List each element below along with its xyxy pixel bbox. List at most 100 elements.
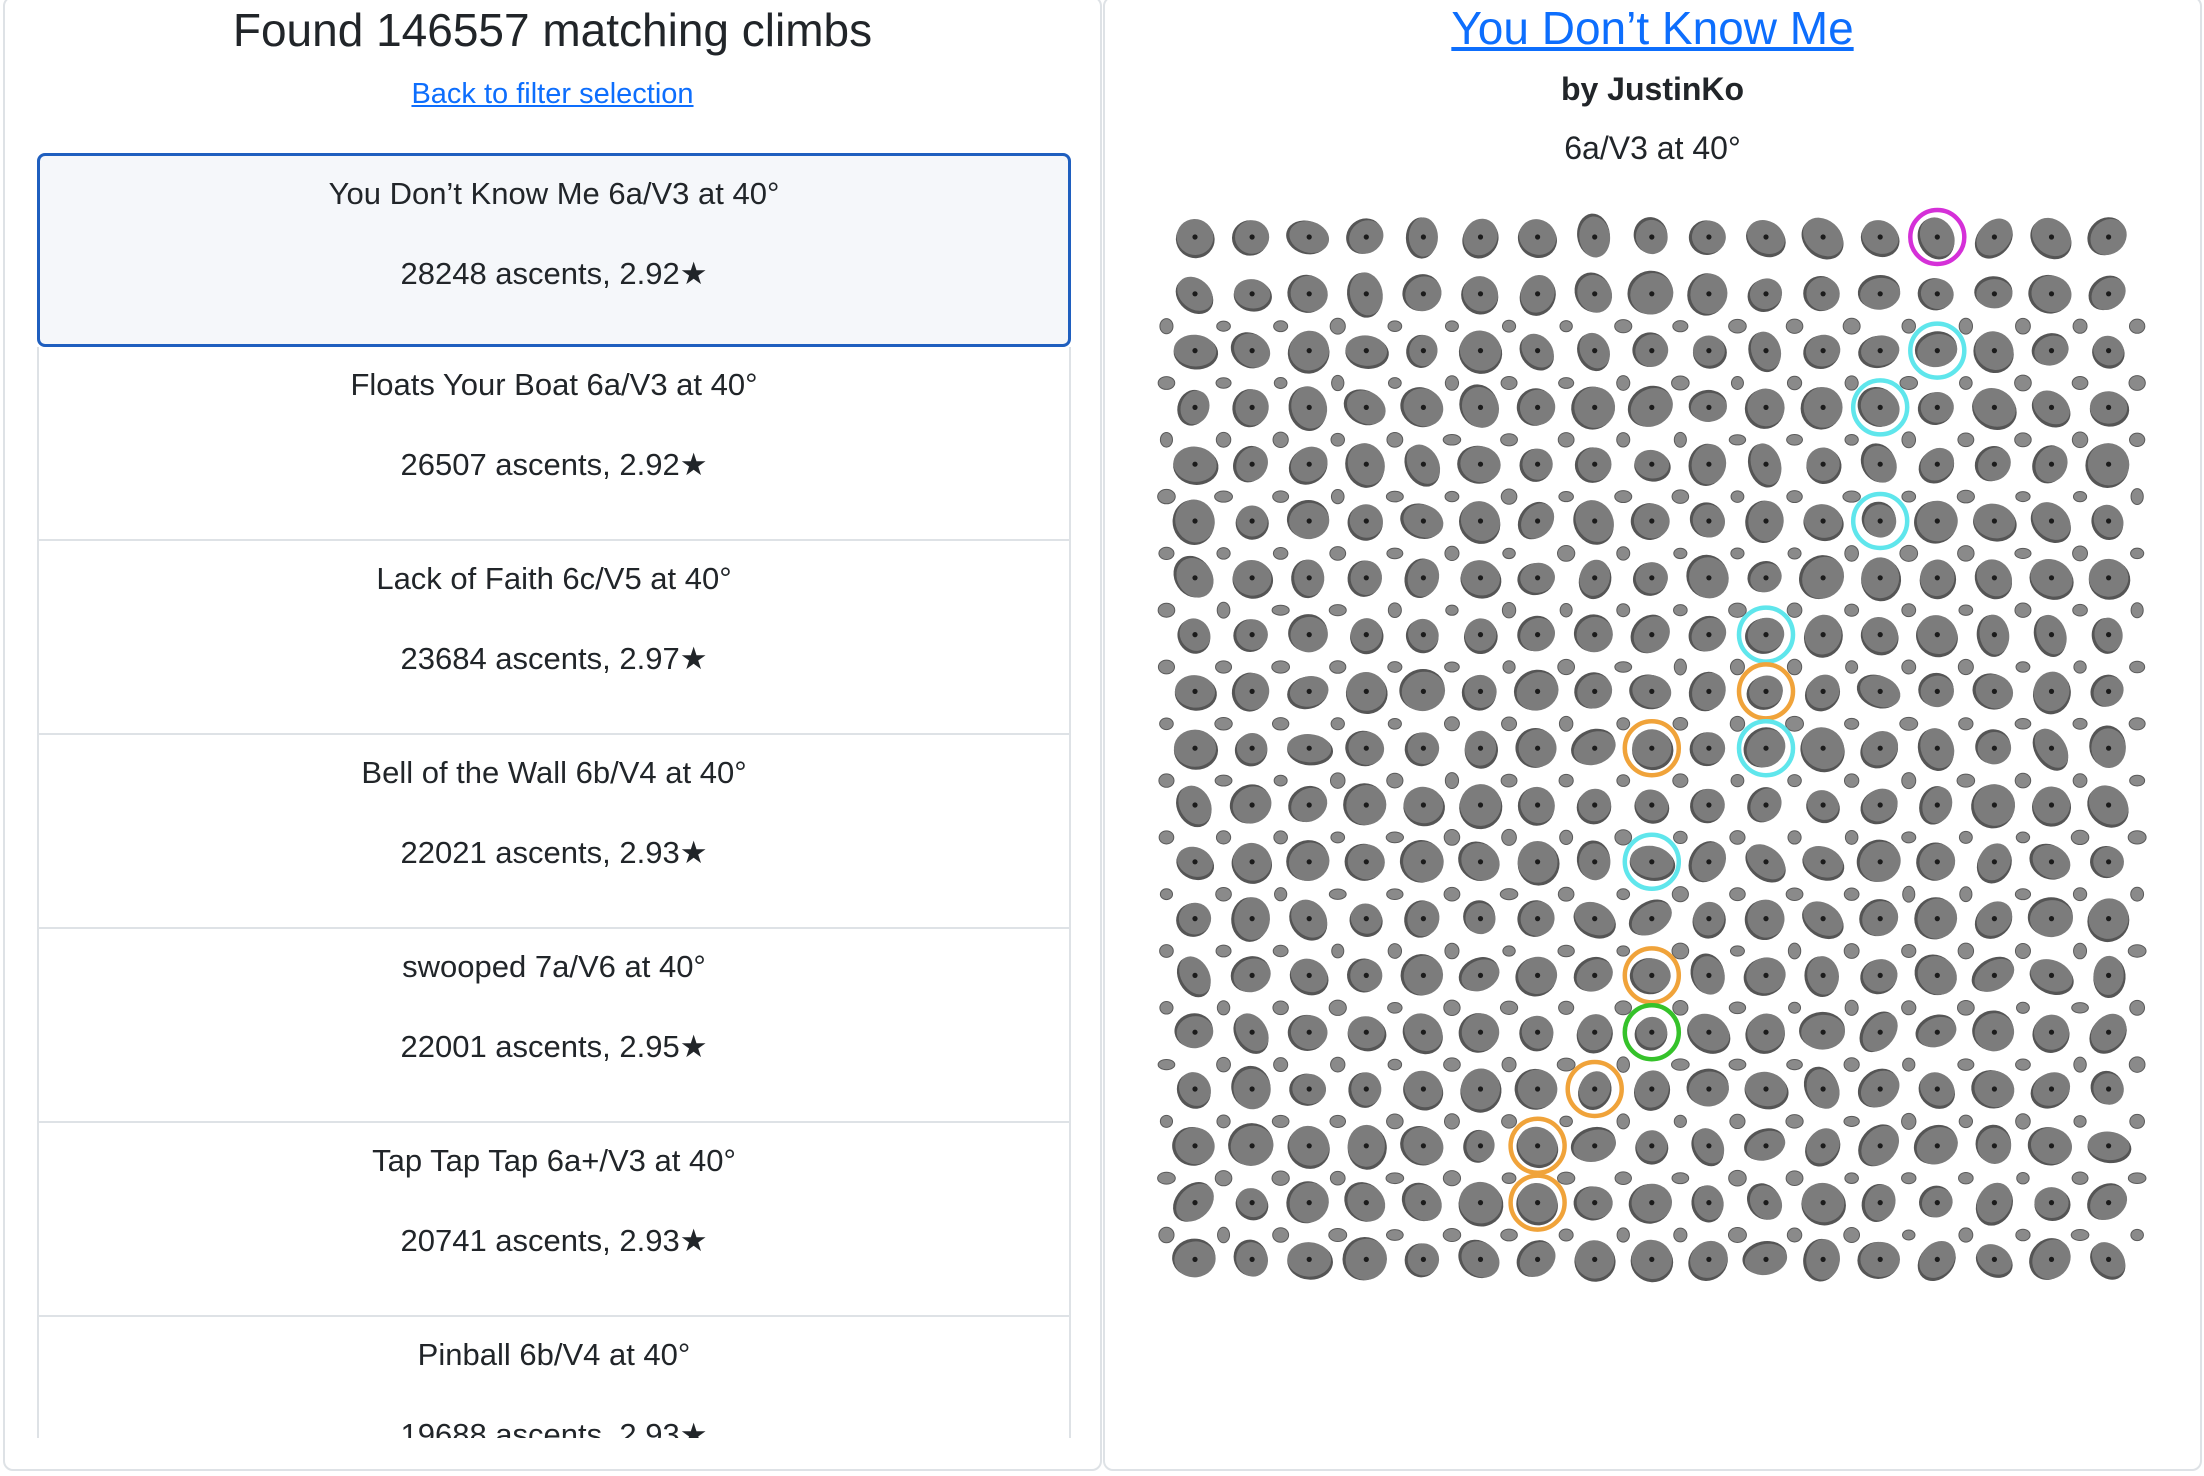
small-hold: [1902, 1057, 1916, 1072]
climb-list-item[interactable]: Floats Your Boat 6a/V3 at 40° 26507 asce…: [37, 347, 1071, 541]
hold: [2087, 1131, 2132, 1164]
hold: [1577, 332, 1610, 372]
hold: [1856, 674, 1901, 709]
small-hold: [1386, 888, 1404, 901]
small-hold: [1444, 375, 1460, 391]
hold: [1691, 1185, 1724, 1223]
small-hold: [1445, 604, 1459, 616]
hold: [1689, 502, 1726, 538]
small-hold: [1958, 1172, 1974, 1185]
small-hold: [1671, 1172, 1690, 1185]
small-hold: [1387, 320, 1403, 333]
climb-name: Pinball 6b/V4 at 40°: [417, 1337, 691, 1372]
hold: [1228, 1123, 1274, 1166]
hold: [1348, 1072, 1382, 1108]
small-hold: [1215, 377, 1232, 389]
hold: [1176, 846, 1215, 881]
hold: [1404, 1243, 1440, 1278]
hold: [1630, 614, 1670, 654]
small-hold: [1673, 830, 1688, 845]
hold: [1574, 272, 1613, 313]
small-hold: [2071, 1171, 2089, 1185]
climb-list-item[interactable]: Pinball 6b/V4 at 40° 19688 ascents, 2.93…: [37, 1317, 1071, 1438]
small-hold: [1443, 886, 1461, 902]
hold: [1571, 386, 1616, 430]
small-hold: [2071, 1002, 2089, 1014]
small-hold: [1500, 773, 1518, 788]
climb-list-item[interactable]: You Don’t Know Me 6a/V3 at 40° 28248 asc…: [37, 153, 1071, 347]
small-hold: [1959, 376, 1973, 390]
hold: [1400, 503, 1444, 539]
hold: [2031, 390, 2071, 428]
small-hold: [1842, 317, 1861, 335]
hold: [1233, 619, 1268, 653]
small-hold: [1843, 1115, 1860, 1127]
hold: [1517, 786, 1555, 826]
climb-list-item[interactable]: Bell of the Wall 6b/V4 at 40° 22021 asce…: [37, 735, 1071, 929]
small-hold: [1214, 774, 1233, 787]
small-hold: [2070, 829, 2090, 846]
small-hold: [1728, 1169, 1747, 1187]
hold: [2093, 955, 2126, 998]
hold: [1803, 1066, 1840, 1109]
small-hold: [1329, 772, 1346, 789]
small-hold: [1614, 661, 1633, 673]
small-hold: [1387, 602, 1402, 619]
small-hold: [1501, 1172, 1517, 1185]
hold: [1746, 1183, 1783, 1220]
small-hold: [1901, 318, 1916, 334]
climb-list-item[interactable]: Tap Tap Tap 6a+/V3 at 40° 20741 ascents,…: [37, 1123, 1071, 1317]
small-hold: [2073, 1115, 2087, 1128]
hold: [1177, 389, 1210, 426]
small-hold: [1329, 546, 1347, 561]
hold: [1804, 674, 1841, 712]
climb-list-item[interactable]: Lack of Faith 6c/V5 at 40° 23684 ascents…: [37, 541, 1071, 735]
back-to-filter-link[interactable]: Back to filter selection: [411, 78, 693, 110]
small-hold: [1444, 545, 1460, 562]
hold: [1744, 1128, 1786, 1161]
small-hold: [1844, 433, 1859, 446]
hold: [1857, 1241, 1901, 1279]
small-hold: [1957, 1058, 1975, 1071]
hold: [1344, 843, 1385, 881]
hold: [1517, 219, 1557, 259]
small-hold: [1501, 601, 1517, 619]
hold: [2090, 845, 2124, 879]
small-hold: [1159, 1001, 1174, 1015]
hold: [2089, 725, 2126, 768]
small-hold: [1673, 658, 1687, 676]
hold: [1919, 1185, 1953, 1218]
hold: [1971, 784, 2016, 829]
hold: [1288, 614, 1328, 653]
hold: [1230, 332, 1271, 369]
hold: [2027, 1127, 2073, 1166]
climb-list-item[interactable]: swooped 7a/V6 at 40° 22001 ascents, 2.95…: [37, 929, 1071, 1123]
hold: [1399, 668, 1446, 712]
small-hold: [1558, 773, 1574, 788]
hold: [1860, 788, 1898, 825]
climb-list[interactable]: You Don’t Know Me 6a/V3 at 40° 28248 asc…: [37, 153, 1071, 1438]
small-hold: [1387, 1001, 1403, 1014]
climb-stats: 19688 ascents, 2.93★: [400, 1417, 708, 1438]
hold: [1860, 731, 1899, 769]
small-hold: [1385, 831, 1404, 844]
hold: [1857, 1068, 1900, 1108]
hold: [1859, 1011, 1898, 1053]
hold: [1628, 1183, 1673, 1224]
small-hold: [1157, 659, 1176, 675]
hold: [1860, 959, 1898, 995]
climb-name: Lack of Faith 6c/V5 at 40°: [376, 561, 732, 596]
small-hold: [2073, 1056, 2087, 1073]
hold: [2089, 391, 2130, 427]
climb-title-link[interactable]: You Don’t Know Me: [1451, 2, 1853, 54]
hold: [1914, 897, 1958, 940]
hold: [1513, 669, 1559, 711]
small-hold: [1729, 830, 1746, 845]
small-hold: [1616, 888, 1631, 901]
hold: [1175, 219, 1215, 259]
small-hold: [1843, 887, 1860, 901]
hold: [1686, 554, 1729, 599]
climb-stats: 26507 ascents, 2.92★: [400, 447, 708, 482]
small-hold: [1785, 715, 1805, 732]
small-hold: [1157, 602, 1176, 618]
